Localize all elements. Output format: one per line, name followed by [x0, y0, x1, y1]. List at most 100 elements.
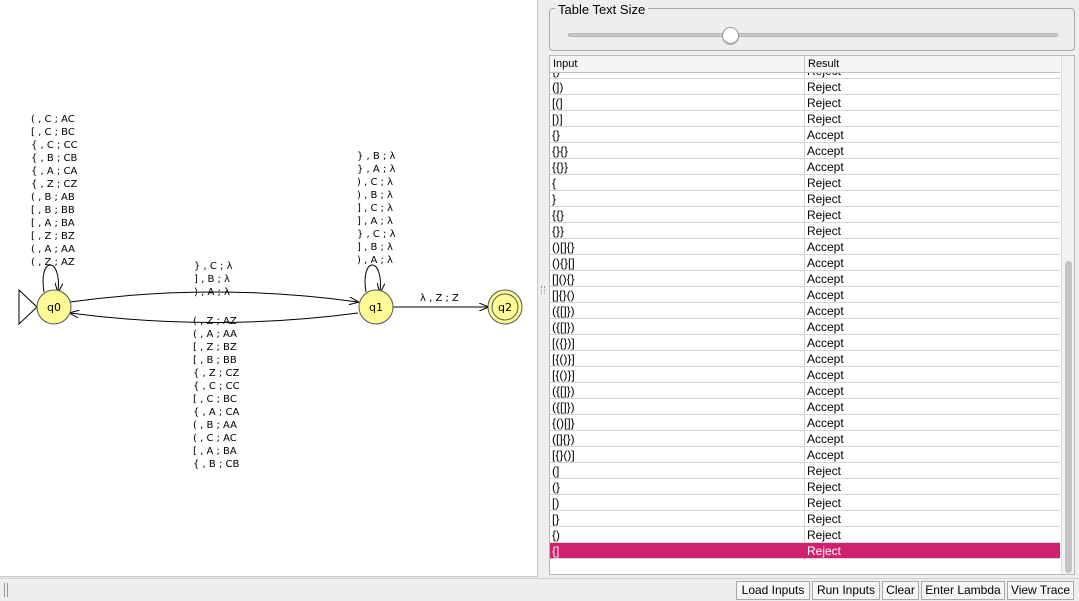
state-q0[interactable]: q0	[36, 289, 72, 325]
table-row[interactable]: {()[]} Accept	[550, 415, 1060, 431]
input-cell[interactable]: ()[]{}	[552, 240, 802, 254]
input-cell[interactable]: {}}	[552, 224, 802, 238]
automaton-canvas[interactable]: q0 q1 q2 ( , C ; AC [ , C ; BC { , C ; CC {…	[0, 0, 538, 577]
input-cell[interactable]: (}	[552, 480, 802, 494]
state-q2[interactable]: q2	[487, 289, 523, 325]
divider-grip-icon	[541, 286, 545, 294]
q0-loop-arrow	[42, 264, 58, 292]
input-cell[interactable]: [)]	[552, 112, 802, 126]
table-row[interactable]: (){}[] Accept	[550, 255, 1060, 271]
table-row[interactable]: [} Reject	[550, 511, 1060, 527]
input-cell[interactable]: {{}	[552, 208, 802, 222]
input-cell[interactable]: (])	[552, 80, 802, 94]
q0-loop-transition-label: [ , C ; BC	[31, 127, 75, 138]
state-q1[interactable]: q1	[358, 289, 394, 325]
q1-to-q0-transition-label: } , C ; λ	[194, 261, 233, 272]
table-row[interactable]: [) Reject	[550, 495, 1060, 511]
table-row[interactable]: [{()}] Accept	[550, 351, 1060, 367]
table-vertical-scrollbar[interactable]	[1061, 56, 1074, 574]
q0-loop-transition-label: ( , Z ; AZ	[31, 257, 75, 268]
q0-to-q1-transition-label: ( , A ; AA	[193, 329, 237, 340]
view-trace-button[interactable]: View Trace	[1007, 581, 1074, 600]
result-cell: Accept	[807, 432, 844, 446]
enter-lambda-button[interactable]: Enter Lambda	[921, 581, 1005, 600]
input-cell[interactable]: [{}()]	[552, 448, 802, 462]
input-cell[interactable]: {]	[552, 544, 802, 558]
table-row[interactable]: (] Reject	[550, 463, 1060, 479]
table-row[interactable]: (} Reject	[550, 479, 1060, 495]
input-cell[interactable]: ([]{})	[552, 432, 802, 446]
state-q2-label: q2	[498, 301, 512, 314]
input-cell[interactable]: [(]	[552, 96, 802, 110]
text-size-slider-track[interactable]	[568, 33, 1058, 37]
table-row[interactable]: [)] Reject	[550, 111, 1060, 127]
table-row[interactable]: ({[]}) Accept	[550, 319, 1060, 335]
input-cell[interactable]: {	[552, 176, 802, 190]
q1-to-q0-transition-label: ] , B ; λ	[194, 274, 230, 285]
table-row[interactable]: ({[]}) Accept	[550, 383, 1060, 399]
input-cell[interactable]: {{}}	[552, 160, 802, 174]
input-cell[interactable]: {)	[552, 73, 802, 78]
load-inputs-button[interactable]: Load Inputs	[736, 581, 810, 600]
input-cell[interactable]: {()[]}	[552, 416, 802, 430]
table-row[interactable]: {Reject	[550, 175, 1060, 191]
column-header-result[interactable]: Result	[808, 58, 839, 70]
table-row[interactable]: {) Reject	[550, 527, 1060, 543]
q0-to-q1-transition-label: [ , C ; BC	[193, 394, 237, 405]
input-cell[interactable]: [({})]	[552, 336, 802, 350]
q1-loop-transition-label: } , C ; λ	[357, 229, 396, 240]
input-cell[interactable]: {)	[552, 528, 802, 542]
input-cell[interactable]: {}	[552, 128, 802, 142]
input-cell[interactable]: ({[]})	[552, 304, 802, 318]
input-cell[interactable]: [)	[552, 496, 802, 510]
table-row[interactable]: {} Accept	[550, 127, 1060, 143]
table-row[interactable]: [({})] Accept	[550, 335, 1060, 351]
table-row[interactable]: {{}} Accept	[550, 159, 1060, 175]
input-cell[interactable]: {}{}	[552, 144, 802, 158]
input-cell[interactable]: (){}[]	[552, 256, 802, 270]
result-cell: Reject	[807, 192, 842, 206]
split-pane-divider[interactable]	[538, 0, 548, 577]
scrollbar-thumb[interactable]	[1065, 261, 1072, 573]
input-cell[interactable]: [{()}]	[552, 352, 802, 366]
table-row[interactable]: (]) Reject	[550, 79, 1060, 95]
result-cell: Reject	[807, 224, 842, 238]
input-cell[interactable]: [{()}]	[552, 368, 802, 382]
clear-button[interactable]: Clear	[882, 581, 919, 600]
q0-loop-transition-label: [ , Z ; BZ	[31, 231, 75, 242]
input-cell[interactable]: []{}()	[552, 288, 802, 302]
table-row[interactable]: [(] Reject	[550, 95, 1060, 111]
table-row[interactable]: ()[]{} Accept	[550, 239, 1060, 255]
table-row[interactable]: {}{} Accept	[550, 143, 1060, 159]
table-row[interactable]: {}} Reject	[550, 223, 1060, 239]
table-row[interactable]: [{()}] Accept	[550, 367, 1060, 383]
text-size-slider-thumb[interactable]	[722, 27, 739, 44]
column-header-input[interactable]: Input	[553, 58, 577, 70]
q0-to-q1-transition-label: ( , C ; AC	[193, 433, 237, 444]
input-cell[interactable]: [](){}	[552, 272, 802, 286]
table-row[interactable]: ([]{}) Accept	[550, 431, 1060, 447]
result-cell: Accept	[807, 256, 844, 270]
input-cell[interactable]: [}	[552, 512, 802, 526]
table-row[interactable]: ({[]}) Accept	[550, 303, 1060, 319]
table-row[interactable]: [](){} Accept	[550, 271, 1060, 287]
q0-to-q1-transition-label: [ , B ; BB	[193, 355, 237, 366]
input-cell[interactable]: ({[]})	[552, 384, 802, 398]
input-cell[interactable]: }	[552, 192, 802, 206]
table-row[interactable]: {] Reject	[550, 543, 1060, 559]
table-row[interactable]: ({[]}) Accept	[550, 399, 1060, 415]
table-row[interactable]: } Reject	[550, 191, 1060, 207]
q0-loop-labels: ( , C ; AC [ , C ; BC { , C ; CC { , B ; CB…	[31, 114, 78, 268]
table-row[interactable]: [{}()] Accept	[550, 447, 1060, 463]
result-cell: Accept	[807, 272, 844, 286]
run-inputs-button[interactable]: Run Inputs	[812, 581, 880, 600]
input-cell[interactable]: ({[]})	[552, 400, 802, 414]
result-cell: Accept	[807, 384, 844, 398]
q0-to-q1-labels: ( , Z ; AZ ( , A ; AA [ , Z ; BZ [ , B ; BB…	[193, 316, 240, 470]
input-cell[interactable]: ({[]})	[552, 320, 802, 334]
input-cell[interactable]: (]	[552, 464, 802, 478]
table-row[interactable]: []{}() Accept	[550, 287, 1060, 303]
q0-to-q1-transition-label: { , A ; CA	[193, 407, 239, 418]
q1-loop-transition-label: ] , A ; λ	[357, 216, 393, 227]
table-row[interactable]: {{} Reject	[550, 207, 1060, 223]
